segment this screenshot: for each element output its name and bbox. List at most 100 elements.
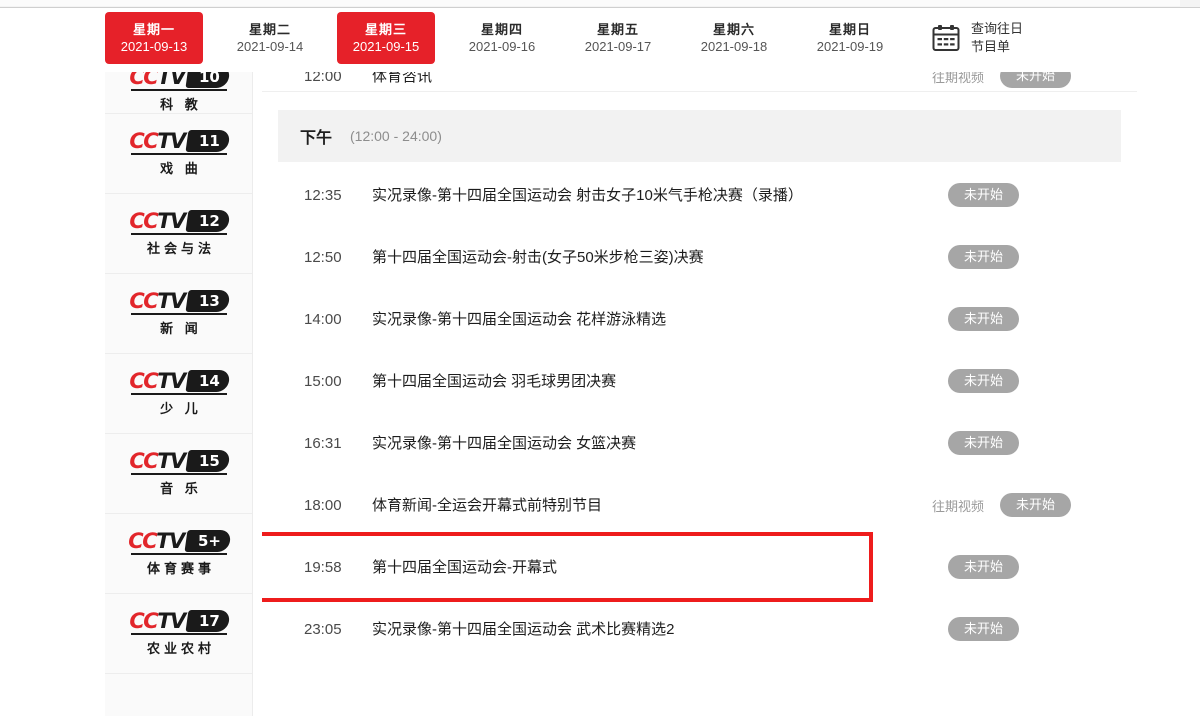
logo-underline (130, 233, 227, 235)
program-row[interactable]: 15:00 第十四届全国运动会 羽毛球男团决赛 未开始 (262, 350, 1137, 412)
date-tab-date: 2021-09-13 (120, 38, 188, 54)
date-tab-2021-09-13[interactable]: 星期一 2021-09-13 (105, 12, 203, 64)
channel-number-badge: 14 (185, 370, 231, 392)
date-tab-date: 2021-09-19 (816, 38, 884, 54)
channel-name: 农业农村 (146, 641, 215, 656)
date-tab-date: 2021-09-18 (700, 38, 768, 54)
date-tab-date: 2021-09-14 (236, 38, 304, 54)
logo-underline (131, 553, 227, 555)
program-row[interactable]: 19:58 第十四届全国运动会-开幕式 未开始 (262, 536, 1137, 598)
logo-underline (130, 393, 227, 395)
status-badge: 未开始 (948, 431, 1020, 455)
channel-logo: CCTV 14 少 儿 (129, 368, 231, 417)
channel-number-badge: 10 (185, 72, 231, 88)
program-title[interactable]: 体育新闻-全运会开幕式前特别节目 (372, 493, 932, 518)
sidebar-item-cctv-12[interactable]: CCTV 12 社会与法 (105, 194, 252, 274)
clipped-program-row[interactable]: 12:00 体育咨讯 往期视频 未开始 (262, 72, 1137, 92)
channel-name: 社会与法 (146, 241, 215, 256)
section-time-range: (12:00 - 24:00) (350, 128, 442, 144)
program-time: 19:58 (304, 558, 342, 576)
channel-number-badge: 11 (185, 130, 231, 152)
channel-name: 体育赛事 (146, 561, 215, 576)
cctv-wordmark: CCTV (129, 368, 186, 393)
program-title[interactable]: 第十四届全国运动会 羽毛球男团决赛 (372, 369, 932, 394)
date-tab-weekday: 星期四 (480, 21, 523, 37)
program-title[interactable]: 实况录像-第十四届全国运动会 女篮决赛 (372, 431, 932, 456)
program-title[interactable]: 第十四届全国运动会-射击(女子50米步枪三姿)决赛 (372, 245, 932, 270)
cctv-wordmark: CCTV (129, 208, 186, 233)
status-badge: 未开始 (1000, 493, 1072, 517)
channel-number-badge: 5+ (184, 530, 232, 552)
program-time: 15:00 (304, 372, 342, 390)
channel-number-badge: 15 (185, 450, 231, 472)
sidebar-item-cctv-5+[interactable]: CCTV 5+ 体育赛事 (105, 514, 252, 594)
program-title[interactable]: 实况录像-第十四届全国运动会 射击女子10米气手枪决赛（录播） (372, 183, 932, 208)
program-time: 12:35 (304, 186, 342, 204)
date-tab-date: 2021-09-16 (468, 38, 536, 54)
status-badge: 未开始 (948, 369, 1020, 393)
program-guide-page: 星期一 2021-09-13 星期二 2021-09-14 星期三 2021-09-15 星… (0, 0, 1200, 716)
program-row[interactable]: 18:00 体育新闻-全运会开幕式前特别节目 往期视频 未开始 (262, 474, 1137, 536)
program-list: 12:35 实况录像-第十四届全国运动会 射击女子10米气手枪决赛（录播） 未开始 1… (262, 164, 1137, 660)
program-title[interactable]: 体育咨讯 (372, 72, 932, 89)
sidebar-item-cctv-13[interactable]: CCTV 13 新 闻 (105, 274, 252, 354)
sidebar-item-cctv-15[interactable]: CCTV 15 音 乐 (105, 434, 252, 514)
cctv-wordmark: CCTV (128, 528, 185, 553)
sidebar-item-cctv-11[interactable]: CCTV 11 戏 曲 (105, 114, 252, 194)
date-tab-2021-09-19[interactable]: 星期日 2021-09-19 (801, 12, 899, 64)
channel-name: 音 乐 (160, 481, 202, 496)
sidebar-item-cctv-10[interactable]: CCTV 10 科 教 (105, 72, 252, 114)
channel-name: 新 闻 (160, 321, 202, 336)
past-video-link[interactable]: 往期视频 (932, 496, 984, 515)
date-tab-weekday: 星期一 (132, 21, 175, 37)
channel-number-badge: 13 (185, 290, 231, 312)
program-row[interactable]: 16:31 实况录像-第十四届全国运动会 女篮决赛 未开始 (262, 412, 1137, 474)
browser-chrome-strip (0, 0, 1200, 8)
status-badge: 未开始 (948, 307, 1020, 331)
program-time: 23:05 (304, 620, 342, 638)
calendar-icon (931, 23, 961, 53)
date-tab-2021-09-17[interactable]: 星期五 2021-09-17 (569, 12, 667, 64)
past-video-link[interactable]: 往期视频 (932, 72, 984, 86)
query-past-schedule-button[interactable]: 查询往日 节目单 (931, 12, 1027, 64)
cctv-wordmark: CCTV (129, 72, 186, 89)
cctv-wordmark: CCTV (129, 288, 186, 313)
date-tab-2021-09-15[interactable]: 星期三 2021-09-15 (337, 12, 435, 64)
channel-logo: CCTV 13 新 闻 (129, 288, 231, 337)
channel-logo: CCTV 5+ 体育赛事 (128, 528, 232, 577)
logo-underline (130, 313, 227, 315)
channel-name: 戏 曲 (160, 161, 202, 176)
program-title[interactable]: 实况录像-第十四届全国运动会 武术比赛精选2 (372, 617, 932, 642)
browser-chrome-inner (0, 0, 1180, 6)
program-title[interactable]: 实况录像-第十四届全国运动会 花样游泳精选 (372, 307, 932, 332)
logo-underline (130, 89, 227, 91)
status-badge: 未开始 (948, 617, 1020, 641)
channel-number-badge: 17 (185, 610, 231, 632)
status-badge: 未开始 (948, 555, 1020, 579)
date-tab-2021-09-14[interactable]: 星期二 2021-09-14 (221, 12, 319, 64)
program-time: 12:00 (304, 72, 342, 85)
sidebar-item-cctv-14[interactable]: CCTV 14 少 儿 (105, 354, 252, 434)
date-tab-date: 2021-09-17 (584, 38, 652, 54)
channel-number-badge: 12 (185, 210, 231, 232)
program-row[interactable]: 23:05 实况录像-第十四届全国运动会 武术比赛精选2 未开始 (262, 598, 1137, 660)
date-tab-weekday: 星期五 (596, 21, 639, 37)
program-title[interactable]: 第十四届全国运动会-开幕式 (372, 555, 932, 580)
date-tab-2021-09-18[interactable]: 星期六 2021-09-18 (685, 12, 783, 64)
query-past-label-line1: 查询往日 (971, 21, 1024, 36)
channel-logo: CCTV 17 农业农村 (129, 610, 231, 657)
cctv-wordmark: CCTV (129, 448, 186, 473)
date-tab-2021-09-16[interactable]: 星期四 2021-09-16 (453, 12, 551, 64)
program-time: 16:31 (304, 434, 342, 452)
date-tab-weekday: 星期三 (364, 21, 407, 37)
status-badge: 未开始 (948, 245, 1020, 269)
status-badge: 未开始 (1000, 72, 1072, 88)
channel-name: 科 教 (160, 97, 202, 112)
program-row[interactable]: 12:50 第十四届全国运动会-射击(女子50米步枪三姿)决赛 未开始 (262, 226, 1137, 288)
program-row[interactable]: 14:00 实况录像-第十四届全国运动会 花样游泳精选 未开始 (262, 288, 1137, 350)
channel-logo: CCTV 10 科 教 (129, 72, 231, 113)
channel-name: 少 儿 (160, 401, 202, 416)
program-row[interactable]: 12:35 实况录像-第十四届全国运动会 射击女子10米气手枪决赛（录播） 未开始 (262, 164, 1137, 226)
sidebar-item-cctv-17[interactable]: CCTV 17 农业农村 (105, 594, 252, 674)
channel-sidebar[interactable]: CCTV 10 科 教 CCTV 11 戏 曲 CCTV 12 社会与法 CCTV 13 新 闻 CCT… (105, 72, 253, 716)
